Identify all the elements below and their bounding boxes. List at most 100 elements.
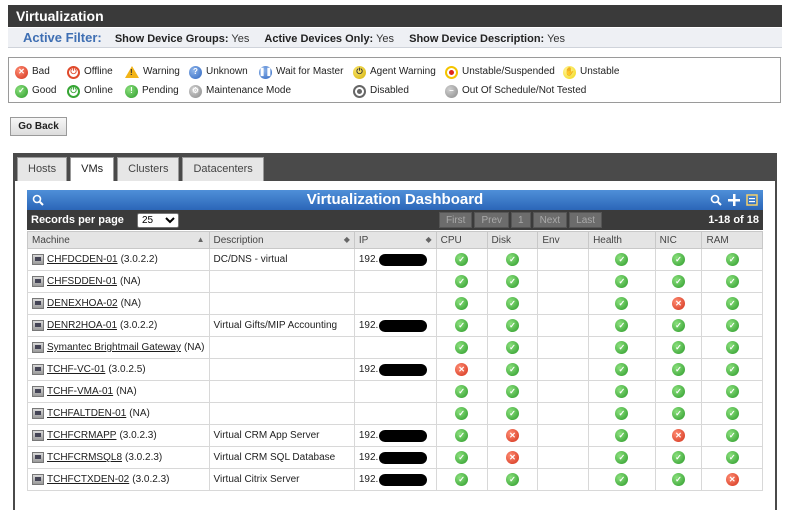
column-header-disk[interactable]: Disk [486, 231, 539, 249]
good-icon[interactable]: ✓ [725, 429, 739, 442]
good-icon[interactable]: ✓ [615, 451, 629, 464]
good-icon[interactable]: ✓ [615, 341, 629, 354]
machine-link[interactable]: TCHFCRMSQL8 [47, 452, 122, 463]
good-icon[interactable]: ✓ [455, 429, 469, 442]
good-icon[interactable]: ✓ [455, 275, 469, 288]
good-icon[interactable]: ✓ [725, 363, 739, 376]
good-icon[interactable]: ✓ [615, 319, 629, 332]
tab-hosts[interactable]: Hosts [17, 157, 68, 181]
page-number[interactable]: 1 [511, 212, 531, 228]
good-icon[interactable]: ✓ [615, 473, 629, 486]
good-icon[interactable]: ✓ [615, 253, 629, 266]
good-icon[interactable]: ✓ [672, 385, 686, 398]
cell-nic: ✕ [654, 424, 703, 447]
column-header-ram[interactable]: RAM [701, 231, 763, 249]
cell-ip [353, 380, 437, 403]
prev-page-button[interactable]: Prev [474, 212, 510, 228]
filter-key-device-description: Show Device Description: [409, 33, 545, 45]
cell-health: ✓ [588, 336, 656, 359]
good-icon[interactable]: ✓ [505, 253, 519, 266]
good-icon[interactable]: ✓ [505, 407, 519, 420]
good-icon[interactable]: ✓ [672, 253, 686, 266]
bad-icon[interactable]: ✕ [455, 363, 469, 376]
good-icon[interactable]: ✓ [505, 363, 519, 376]
machine-link[interactable]: TCHF-VMA-01 [47, 386, 113, 397]
machine-link[interactable]: TCHFCTXDEN-02 [47, 474, 129, 485]
machine-link[interactable]: CHFDCDEN-01 [47, 254, 118, 265]
records-per-page-select[interactable]: 25 [137, 213, 179, 228]
machine-link[interactable]: CHFSDDEN-01 [47, 276, 117, 287]
good-icon[interactable]: ✓ [505, 341, 519, 354]
export-icon[interactable] [745, 193, 759, 207]
good-icon[interactable]: ✓ [672, 363, 686, 376]
good-icon[interactable]: ✓ [672, 451, 686, 464]
bad-icon[interactable]: ✕ [672, 297, 686, 310]
bad-icon[interactable]: ✕ [505, 451, 519, 464]
good-icon[interactable]: ✓ [615, 363, 629, 376]
good-icon[interactable]: ✓ [505, 473, 519, 486]
machine-link[interactable]: TCHFALTDEN-01 [47, 408, 126, 419]
tab-datacenters[interactable]: Datacenters [182, 157, 264, 181]
last-page-button[interactable]: Last [569, 212, 603, 228]
column-header-env[interactable]: Env [537, 231, 590, 249]
good-icon[interactable]: ✓ [725, 253, 739, 266]
good-icon[interactable]: ✓ [455, 341, 469, 354]
good-icon[interactable]: ✓ [725, 297, 739, 310]
good-icon[interactable]: ✓ [615, 429, 629, 442]
good-icon[interactable]: ✓ [455, 451, 469, 464]
good-icon[interactable]: ✓ [615, 385, 629, 398]
good-icon[interactable]: ✓ [672, 319, 686, 332]
good-icon[interactable]: ✓ [615, 275, 629, 288]
search-icon[interactable] [709, 193, 723, 207]
go-back-button[interactable]: Go Back [10, 117, 67, 136]
column-header-health[interactable]: Health [588, 231, 656, 249]
good-icon[interactable]: ✓ [455, 319, 469, 332]
good-icon[interactable]: ✓ [455, 253, 469, 266]
column-header-machine[interactable]: Machine ▲ [27, 231, 210, 249]
good-icon[interactable]: ✓ [455, 473, 469, 486]
next-page-button[interactable]: Next [532, 212, 568, 228]
good-icon[interactable]: ✓ [725, 319, 739, 332]
good-icon[interactable]: ✓ [672, 341, 686, 354]
good-icon[interactable]: ✓ [455, 297, 469, 310]
ip-wrap: 192. [359, 473, 432, 486]
good-icon[interactable]: ✓ [505, 385, 519, 398]
bad-icon[interactable]: ✕ [505, 429, 519, 442]
machine-link[interactable]: TCHF-VC-01 [47, 364, 105, 375]
machine-link[interactable]: DENR2HOA-01 [47, 320, 117, 331]
good-icon[interactable]: ✓ [615, 297, 629, 310]
column-header-cpu[interactable]: CPU [435, 231, 488, 249]
good-icon[interactable]: ✓ [725, 385, 739, 398]
first-page-button[interactable]: First [439, 212, 473, 228]
good-icon[interactable]: ✓ [725, 275, 739, 288]
cell-cpu: ✓ [435, 270, 488, 293]
good-icon: ✓ [15, 84, 28, 98]
good-icon[interactable]: ✓ [725, 451, 739, 464]
good-icon[interactable]: ✓ [725, 407, 739, 420]
good-icon[interactable]: ✓ [672, 407, 686, 420]
bad-icon[interactable]: ✕ [672, 429, 686, 442]
good-icon[interactable]: ✓ [672, 275, 686, 288]
good-icon[interactable]: ✓ [615, 407, 629, 420]
tab-vms[interactable]: VMs [70, 157, 115, 181]
machine-link[interactable]: TCHFCRMAPP [47, 430, 116, 441]
good-icon[interactable]: ✓ [505, 297, 519, 310]
column-header-nic[interactable]: NIC [654, 231, 703, 249]
good-icon[interactable]: ✓ [672, 473, 686, 486]
good-icon[interactable]: ✓ [505, 319, 519, 332]
good-icon[interactable]: ✓ [455, 385, 469, 398]
tab-clusters[interactable]: Clusters [117, 157, 180, 181]
add-icon[interactable] [727, 193, 741, 207]
search-icon[interactable] [31, 193, 45, 207]
machine-link[interactable]: DENEXHOA-02 [47, 298, 118, 309]
cell-description: DC/DNS - virtual [208, 248, 355, 271]
cell-disk: ✓ [486, 336, 539, 359]
good-icon[interactable]: ✓ [455, 407, 469, 420]
bad-icon[interactable]: ✕ [725, 473, 739, 486]
machine-link[interactable]: Symantec Brightmail Gateway [47, 342, 181, 353]
good-icon[interactable]: ✓ [725, 341, 739, 354]
column-header-description[interactable]: Description ◆ [208, 231, 355, 249]
good-icon[interactable]: ✓ [505, 275, 519, 288]
cell-description [208, 402, 355, 425]
column-header-ip[interactable]: IP ◆ [353, 231, 437, 249]
